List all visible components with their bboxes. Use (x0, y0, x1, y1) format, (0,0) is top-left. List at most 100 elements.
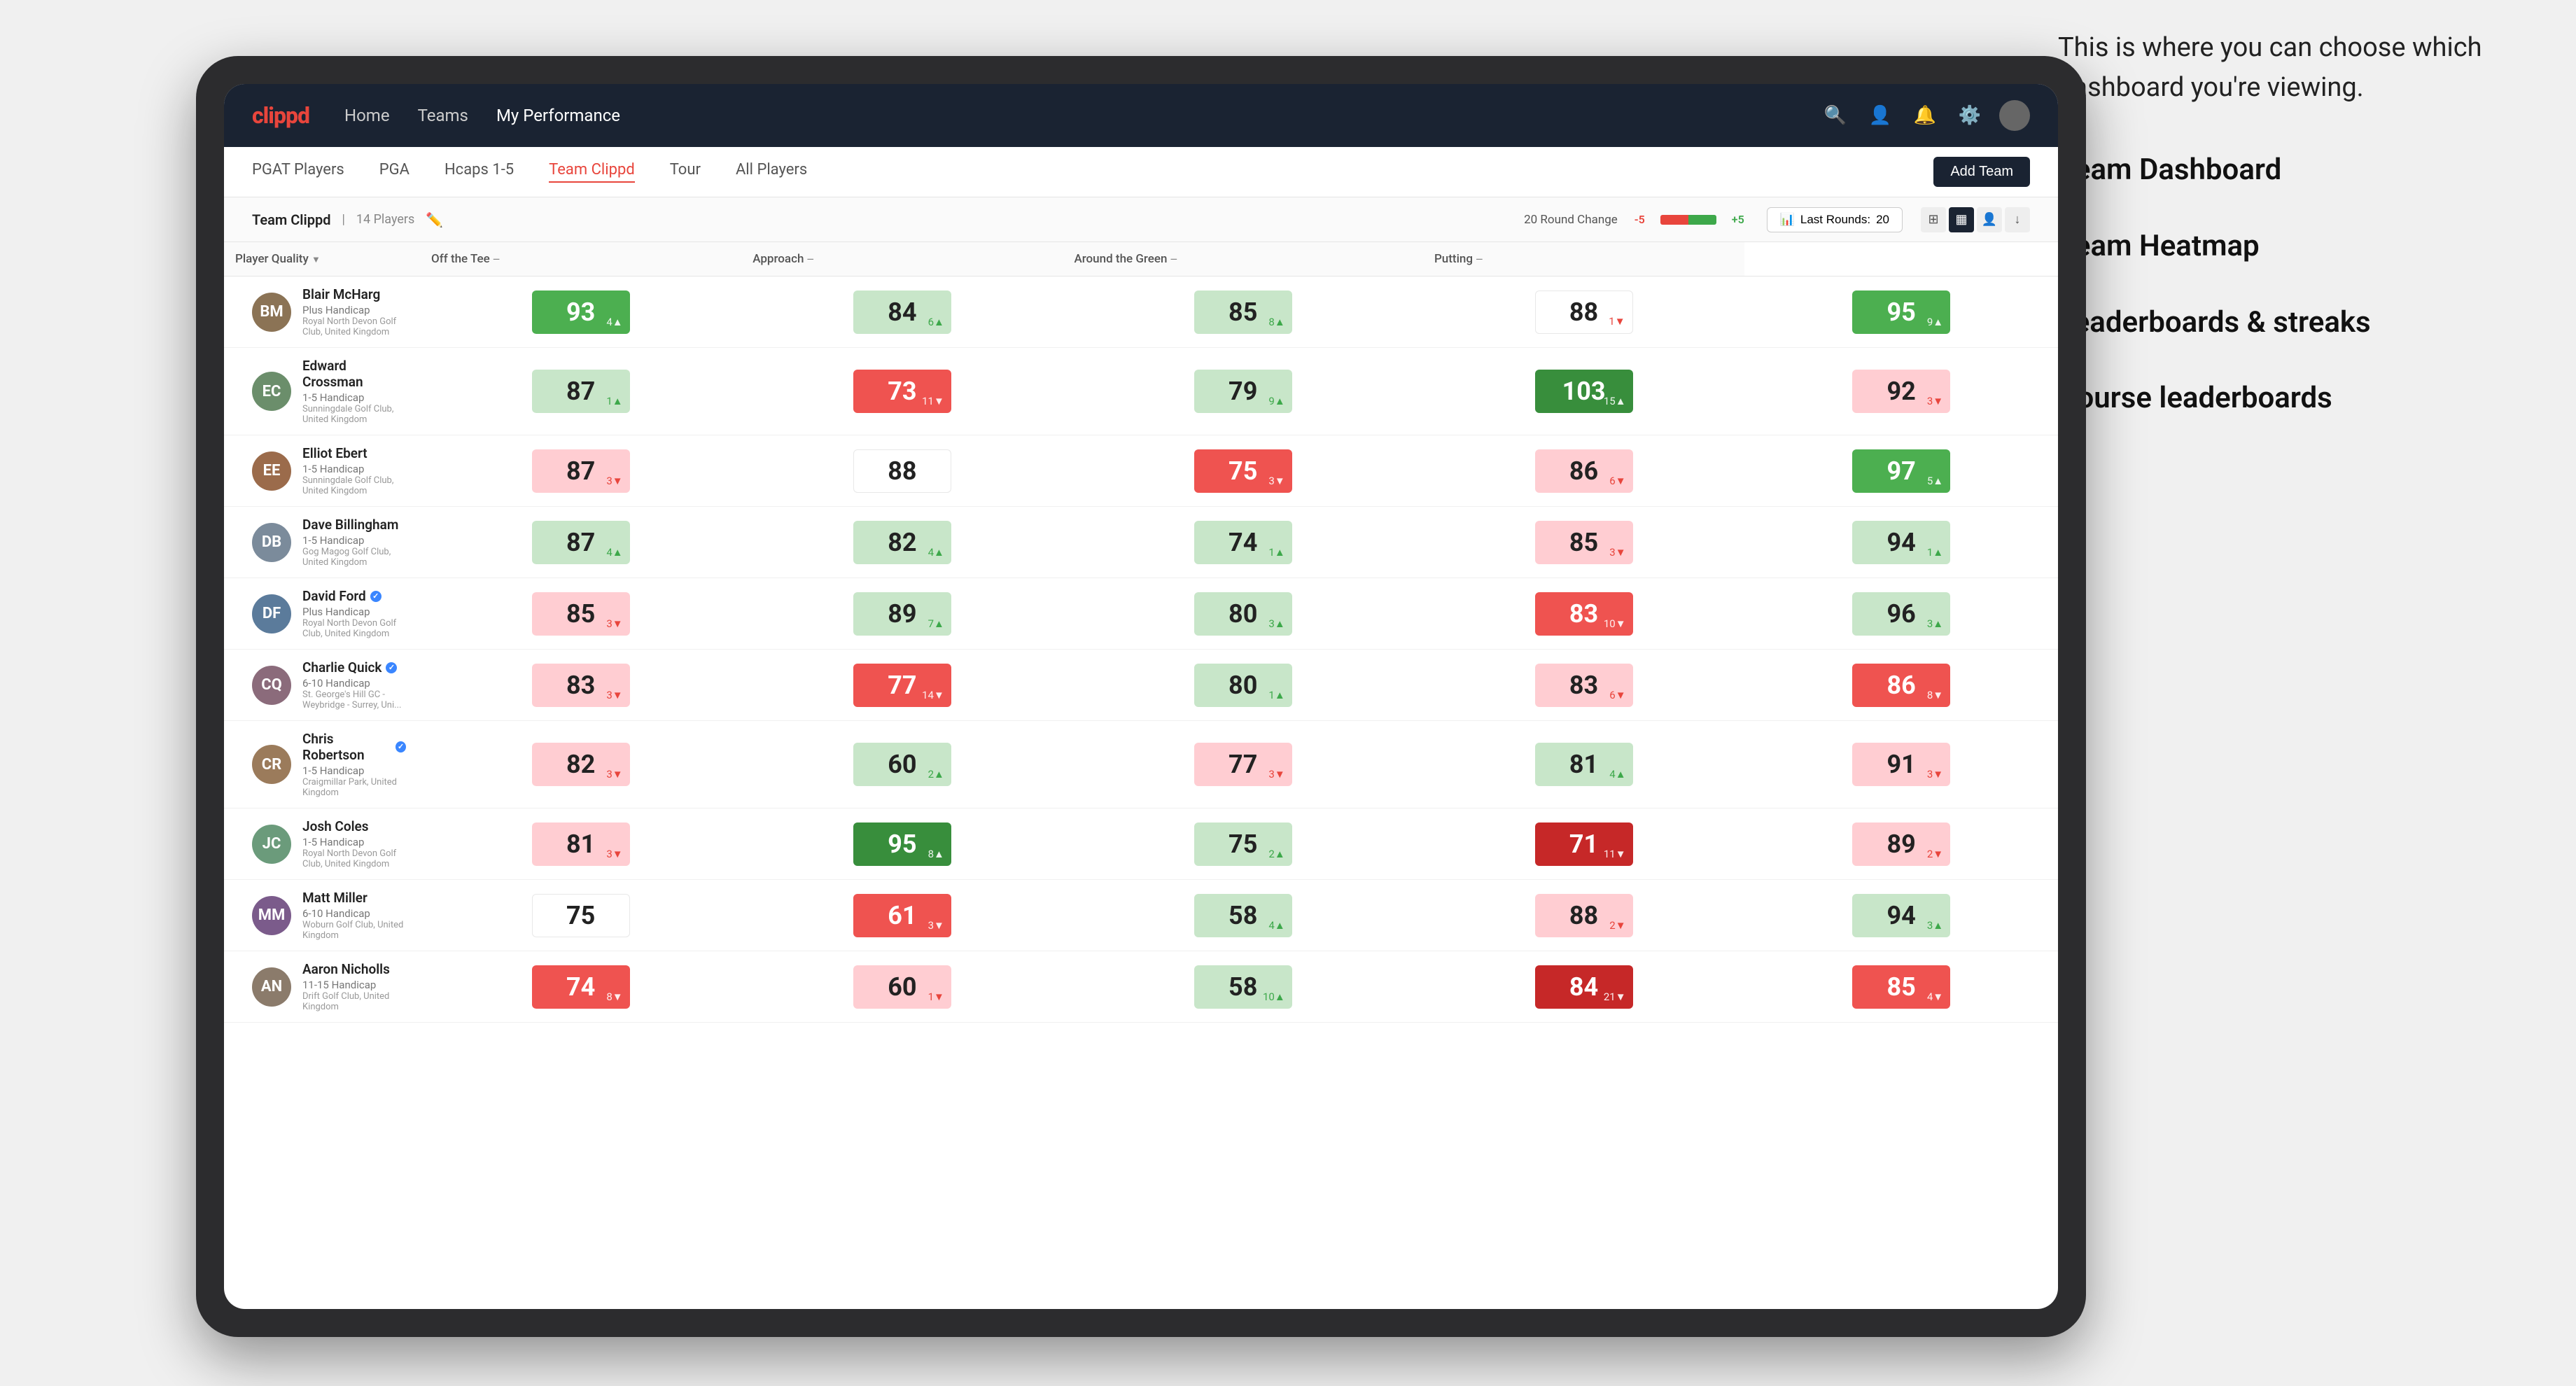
player-info: Edward Crossman 1-5 Handicap Sunningdale… (302, 358, 406, 425)
score-cell: 73 11▼ (741, 348, 1063, 435)
score-change: 9▲ (1927, 316, 1943, 328)
sort-approach[interactable]: — (807, 255, 814, 265)
nav-home[interactable]: Home (344, 102, 390, 129)
score-value: 94 (1886, 901, 1915, 930)
score-value: 58 (1228, 972, 1257, 1002)
player-cell[interactable]: AN Aaron Nicholls 11-15 Handicap Drift G… (224, 951, 420, 1023)
score-change: 15▲ (1604, 395, 1626, 407)
score-change: 4▲ (606, 546, 622, 559)
score-cell: 74 1▲ (1063, 507, 1422, 578)
score-change: 1▲ (606, 395, 622, 407)
score-cell: 83 10▼ (1423, 578, 1744, 650)
player-avatar: CR (252, 745, 291, 784)
edit-icon[interactable]: ✏️ (426, 211, 443, 228)
score-cell: 89 7▲ (741, 578, 1063, 650)
sort-putting[interactable]: — (1476, 255, 1483, 265)
score-value: 85 (1228, 298, 1257, 327)
score-cell: 87 3▼ (420, 435, 741, 507)
table-row[interactable]: CR Chris Robertson✓ 1-5 Handicap Craigmi… (224, 721, 2058, 808)
player-avatar: DF (252, 594, 291, 634)
table-row[interactable]: DF David Ford✓ Plus Handicap Royal North… (224, 578, 2058, 650)
score-box: 89 2▼ (1852, 822, 1950, 866)
player-cell[interactable]: DB Dave Billingham 1-5 Handicap Gog Mago… (224, 507, 420, 578)
user-icon[interactable]: 👤 (1865, 100, 1896, 131)
score-box: 94 1▲ (1852, 521, 1950, 564)
subnav-all-players[interactable]: All Players (736, 161, 807, 183)
table-row[interactable]: CQ Charlie Quick✓ 6-10 Handicap St. Geor… (224, 650, 2058, 721)
player-avatar: MM (252, 896, 291, 935)
score-cell: 58 4▲ (1063, 880, 1422, 951)
sort-around-green[interactable]: — (1170, 255, 1177, 265)
table-row[interactable]: EE Elliot Ebert 1-5 Handicap Sunningdale… (224, 435, 2058, 507)
player-info: Chris Robertson✓ 1-5 Handicap Craigmilla… (302, 731, 406, 798)
subnav-tour[interactable]: Tour (670, 161, 701, 183)
score-box: 85 3▼ (532, 592, 630, 636)
nav-my-performance[interactable]: My Performance (496, 102, 620, 129)
nav-teams[interactable]: Teams (418, 102, 468, 129)
table-row[interactable]: MM Matt Miller 6-10 Handicap Woburn Golf… (224, 880, 2058, 951)
score-cell: 81 3▼ (420, 808, 741, 880)
player-cell[interactable]: EE Elliot Ebert 1-5 Handicap Sunningdale… (224, 435, 420, 507)
score-value: 97 (1886, 456, 1915, 486)
player-info: Matt Miller 6-10 Handicap Woburn Golf Cl… (302, 890, 406, 941)
score-value: 92 (1886, 377, 1915, 406)
table-row[interactable]: AN Aaron Nicholls 11-15 Handicap Drift G… (224, 951, 2058, 1023)
score-box: 71 11▼ (1535, 822, 1633, 866)
person-view-icon[interactable]: 👤 (1977, 207, 2002, 232)
player-avatar: BM (252, 293, 291, 332)
score-change: 1▲ (1268, 546, 1284, 559)
annotation-item-4: Course leaderboards (2058, 378, 2562, 419)
score-value: 95 (1886, 298, 1915, 327)
heatmap-view-icon[interactable]: ▦ (1949, 207, 1974, 232)
score-box: 75 (532, 894, 630, 937)
subnav-team-clippd[interactable]: Team Clippd (549, 161, 635, 183)
score-value: 75 (1228, 830, 1257, 859)
table-row[interactable]: DB Dave Billingham 1-5 Handicap Gog Mago… (224, 507, 2058, 578)
annotation-intro: This is where you can choose which dashb… (2058, 28, 2562, 108)
bell-icon[interactable]: 🔔 (1910, 100, 1940, 131)
grid-view-icon[interactable]: ⊞ (1921, 207, 1946, 232)
score-change: 3▼ (606, 475, 622, 487)
player-cell[interactable]: CR Chris Robertson✓ 1-5 Handicap Craigmi… (224, 721, 420, 808)
add-team-button[interactable]: Add Team (1933, 157, 2030, 187)
player-cell[interactable]: DF David Ford✓ Plus Handicap Royal North… (224, 578, 420, 650)
player-name: Blair McHarg (302, 286, 406, 302)
score-value: 81 (1569, 750, 1598, 779)
table-row[interactable]: EC Edward Crossman 1-5 Handicap Sunningd… (224, 348, 2058, 435)
score-value: 82 (888, 528, 916, 557)
player-cell[interactable]: EC Edward Crossman 1-5 Handicap Sunningd… (224, 348, 420, 435)
player-cell[interactable]: JC Josh Coles 1-5 Handicap Royal North D… (224, 808, 420, 880)
score-box: 60 1▼ (853, 965, 951, 1009)
player-handicap: 6-10 Handicap (302, 907, 406, 920)
score-cell: 97 5▲ (1744, 435, 2058, 507)
player-info: Josh Coles 1-5 Handicap Royal North Devo… (302, 818, 406, 869)
score-change: 3▲ (1268, 617, 1284, 630)
player-cell[interactable]: MM Matt Miller 6-10 Handicap Woburn Golf… (224, 880, 420, 951)
subnav-hcaps[interactable]: Hcaps 1-5 (444, 161, 514, 183)
table-row[interactable]: BM Blair McHarg Plus Handicap Royal Nort… (224, 276, 2058, 348)
score-value: 83 (1569, 599, 1598, 629)
table-row[interactable]: JC Josh Coles 1-5 Handicap Royal North D… (224, 808, 2058, 880)
player-cell[interactable]: BM Blair McHarg Plus Handicap Royal Nort… (224, 276, 420, 348)
sort-off-tee[interactable]: — (493, 255, 500, 265)
settings-icon[interactable]: ⚙️ (1954, 100, 1985, 131)
user-avatar[interactable] (1999, 100, 2030, 131)
player-cell[interactable]: CQ Charlie Quick✓ 6-10 Handicap St. Geor… (224, 650, 420, 721)
annotation-item-2: Team Heatmap (2058, 226, 2562, 267)
score-cell: 95 8▲ (741, 808, 1063, 880)
player-info: Elliot Ebert 1-5 Handicap Sunningdale Go… (302, 445, 406, 496)
search-icon[interactable]: 🔍 (1820, 100, 1851, 131)
score-change: 6▼ (1609, 475, 1625, 487)
score-change: 14▼ (922, 689, 944, 701)
player-club: Sunningdale Golf Club, United Kingdom (302, 404, 406, 425)
score-box: 86 8▼ (1852, 664, 1950, 707)
sort-arrow[interactable]: ▼ (312, 255, 321, 265)
subnav-pga[interactable]: PGA (379, 161, 410, 183)
score-value: 79 (1228, 377, 1257, 406)
export-icon[interactable]: ↓ (2005, 207, 2030, 232)
subnav-pgat[interactable]: PGAT Players (252, 161, 344, 183)
score-value: 60 (888, 972, 916, 1002)
score-change: 3▲ (1927, 617, 1943, 630)
last-rounds-button[interactable]: 📊 Last Rounds: 20 (1767, 207, 1903, 232)
score-box: 87 4▲ (532, 521, 630, 564)
